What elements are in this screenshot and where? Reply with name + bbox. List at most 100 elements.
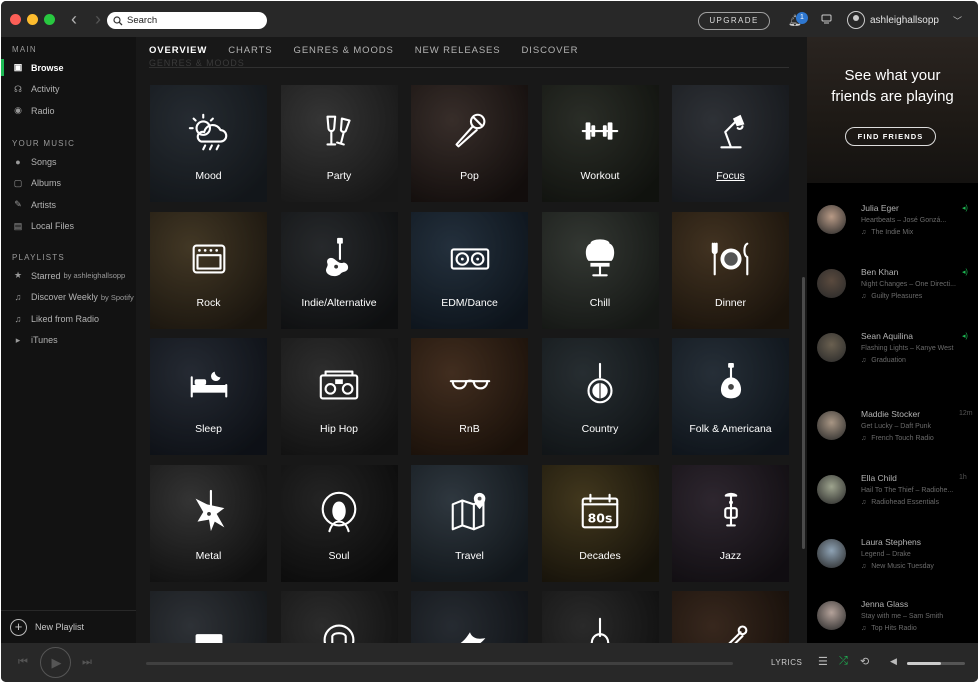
friend-track[interactable]: Get Lucky – Daft Punk <box>861 423 931 430</box>
tab-overview[interactable]: OVERVIEW <box>149 45 207 56</box>
friend-activity-item[interactable]: Ella Child Hail To The Thief – Radiohe...… <box>807 471 978 531</box>
genre-tile-dinner[interactable]: Dinner <box>672 211 789 329</box>
friend-context[interactable]: ♫ Guilty Pleasures <box>861 293 922 300</box>
genre-tile-jazz[interactable]: Jazz <box>672 464 789 582</box>
genre-tile-soul[interactable]: Soul <box>280 464 398 582</box>
tab-charts[interactable]: CHARTS <box>228 45 272 56</box>
friend-avatar[interactable] <box>817 411 846 440</box>
friend-context[interactable]: ♫ French Touch Radio <box>861 435 934 442</box>
friend-avatar[interactable] <box>817 601 846 630</box>
search-input[interactable] <box>127 15 257 26</box>
friend-track[interactable]: Flashing Lights – Kanye West <box>861 345 953 352</box>
playback-progress-bar[interactable] <box>146 662 733 665</box>
genre-tile-focus[interactable]: Focus <box>672 85 789 202</box>
user-menu[interactable]: ashleighallsopp ﹀ <box>847 11 962 29</box>
find-friends-button[interactable]: FIND FRIENDS <box>845 127 936 146</box>
sidebar-item-radio[interactable]: ◉ Radio <box>1 100 136 122</box>
friend-context[interactable]: ♫ The Indie Mix <box>861 229 913 236</box>
friend-name[interactable]: Jenna Glass <box>861 599 908 609</box>
back-arrow-icon[interactable]: ‹ <box>71 10 77 28</box>
tab-discover[interactable]: DISCOVER <box>522 45 579 56</box>
lyrics-button[interactable]: LYRICS <box>771 658 802 667</box>
genre-tile[interactable] <box>672 591 789 643</box>
genre-tile-decades[interactable]: 80s Decades <box>541 464 659 582</box>
upgrade-button[interactable]: UPGRADE <box>698 12 770 30</box>
sidebar-item-liked-from-radio[interactable]: ♫ Liked from Radio <box>1 308 136 330</box>
zoom-window-button[interactable] <box>44 13 55 25</box>
tab-genres-moods[interactable]: GENRES & MOODS <box>294 45 394 56</box>
friend-track[interactable]: Night Changes – One Directi... <box>861 281 956 288</box>
friend-track[interactable]: Legend – Drake <box>861 551 911 558</box>
genre-tile-sleep[interactable]: Sleep <box>150 338 267 455</box>
friend-avatar[interactable] <box>817 205 846 234</box>
friend-avatar[interactable] <box>817 333 846 362</box>
friend-context[interactable]: ♫ Top Hits Radio <box>861 625 917 632</box>
friend-track[interactable]: Stay with me – Sam Smith <box>861 613 943 620</box>
genre-tile-mood[interactable]: Mood <box>150 85 267 202</box>
friend-context[interactable]: ♫ Radiohead Essentials <box>861 499 939 506</box>
main-scrollbar[interactable] <box>802 277 805 549</box>
safety-pin-icon <box>672 615 789 643</box>
friend-context[interactable]: ♫ New Music Tuesday <box>861 563 934 570</box>
forward-arrow-icon[interactable]: › <box>95 10 101 28</box>
minimize-window-button[interactable] <box>27 13 38 25</box>
genre-tile-pop[interactable]: Pop <box>411 85 528 202</box>
genre-tile[interactable] <box>150 591 267 643</box>
genre-tile-rnb[interactable]: RnB <box>411 338 528 455</box>
sidebar-item-artists[interactable]: ✎ Artists <box>1 194 136 216</box>
sidebar-item-local-files[interactable]: ▤ Local Files <box>1 216 136 238</box>
genre-tile-party[interactable]: Party <box>280 85 398 202</box>
close-window-button[interactable] <box>10 13 21 25</box>
sidebar-item-starred[interactable]: ★ Starred by ashleighallsopp <box>1 265 136 287</box>
friend-name[interactable]: Ben Khan <box>861 267 898 277</box>
sidebar-item-songs[interactable]: ● Songs <box>1 151 136 173</box>
devices-button[interactable] <box>821 14 832 27</box>
genre-tile-folk-americana[interactable]: Folk & Americana <box>672 338 789 455</box>
genre-tile-chill[interactable]: Chill <box>541 211 659 329</box>
friend-activity-item[interactable]: Ben Khan Night Changes – One Directi... ♫ G… <box>807 265 978 325</box>
sidebar-item-discover-weekly[interactable]: ♫ Discover Weekly by Spotify <box>1 287 136 309</box>
friend-track[interactable]: Heartbeats – José Gonzá... <box>861 217 946 224</box>
friend-activity-item[interactable]: Maddie Stocker Get Lucky – Daft Punk ♫ Fren… <box>807 407 978 467</box>
genre-tile-hip-hop[interactable]: Hip Hop <box>280 338 398 455</box>
friend-name[interactable]: Laura Stephens <box>861 537 921 547</box>
volume-slider[interactable] <box>907 662 965 665</box>
friend-avatar[interactable] <box>817 539 846 568</box>
genre-tile-country[interactable]: Country <box>541 338 659 455</box>
play-button[interactable]: ▶ <box>40 647 71 678</box>
friend-activity-item[interactable]: Julia Eger Heartbeats – José Gonzá... ♫ The… <box>807 201 978 261</box>
friend-avatar[interactable] <box>817 269 846 298</box>
friend-name[interactable]: Maddie Stocker <box>861 409 920 419</box>
search-box[interactable] <box>107 12 267 29</box>
genre-tile-workout[interactable]: Workout <box>541 85 659 202</box>
friend-name[interactable]: Ella Child <box>861 473 897 483</box>
next-track-icon[interactable]: ⏭ <box>82 656 92 669</box>
genre-tile-edm-dance[interactable]: EDM/Dance <box>411 211 528 329</box>
genre-tile-metal[interactable]: Metal <box>150 464 267 582</box>
friend-context[interactable]: ♫ Graduation <box>861 357 906 364</box>
genre-tile[interactable] <box>541 591 659 643</box>
new-playlist-button[interactable]: + New Playlist <box>1 610 136 643</box>
sidebar-item-activity[interactable]: ☊ Activity <box>1 79 136 101</box>
friend-name[interactable]: Julia Eger <box>861 203 899 213</box>
genre-tile-travel[interactable]: Travel <box>411 464 528 582</box>
queue-icon[interactable]: ☰ <box>818 655 828 668</box>
genre-tile-rock[interactable]: Rock <box>150 211 267 329</box>
sidebar-item-itunes[interactable]: ▸ iTunes <box>1 330 136 352</box>
friend-activity-item[interactable]: Jenna Glass Stay with me – Sam Smith ♫ Top … <box>807 597 978 643</box>
friend-activity-item[interactable]: Sean Aquilina Flashing Lights – Kanye Wes… <box>807 329 978 389</box>
genre-tile-indie-alternative[interactable]: Indie/Alternative <box>280 211 398 329</box>
tab-new-releases[interactable]: NEW RELEASES <box>415 45 501 56</box>
sidebar-item-albums[interactable]: ▢ Albums <box>1 173 136 195</box>
friend-name[interactable]: Sean Aquilina <box>861 331 913 341</box>
previous-track-icon[interactable]: ⏮ <box>18 656 28 669</box>
notifications-button[interactable]: 🔔︎ 1 <box>788 12 808 27</box>
friend-track[interactable]: Hail To The Thief – Radiohe... <box>861 487 953 494</box>
repeat-icon[interactable]: ⟲ <box>860 655 869 668</box>
sidebar-item-browse[interactable]: ▣ Browse <box>1 57 136 79</box>
shuffle-icon[interactable]: ⤮ <box>839 655 848 668</box>
genre-tile[interactable] <box>411 591 528 643</box>
genre-tile[interactable] <box>280 591 398 643</box>
friend-avatar[interactable] <box>817 475 846 504</box>
friend-activity-item[interactable]: Laura Stephens Legend – Drake ♫ New Music T… <box>807 535 978 595</box>
